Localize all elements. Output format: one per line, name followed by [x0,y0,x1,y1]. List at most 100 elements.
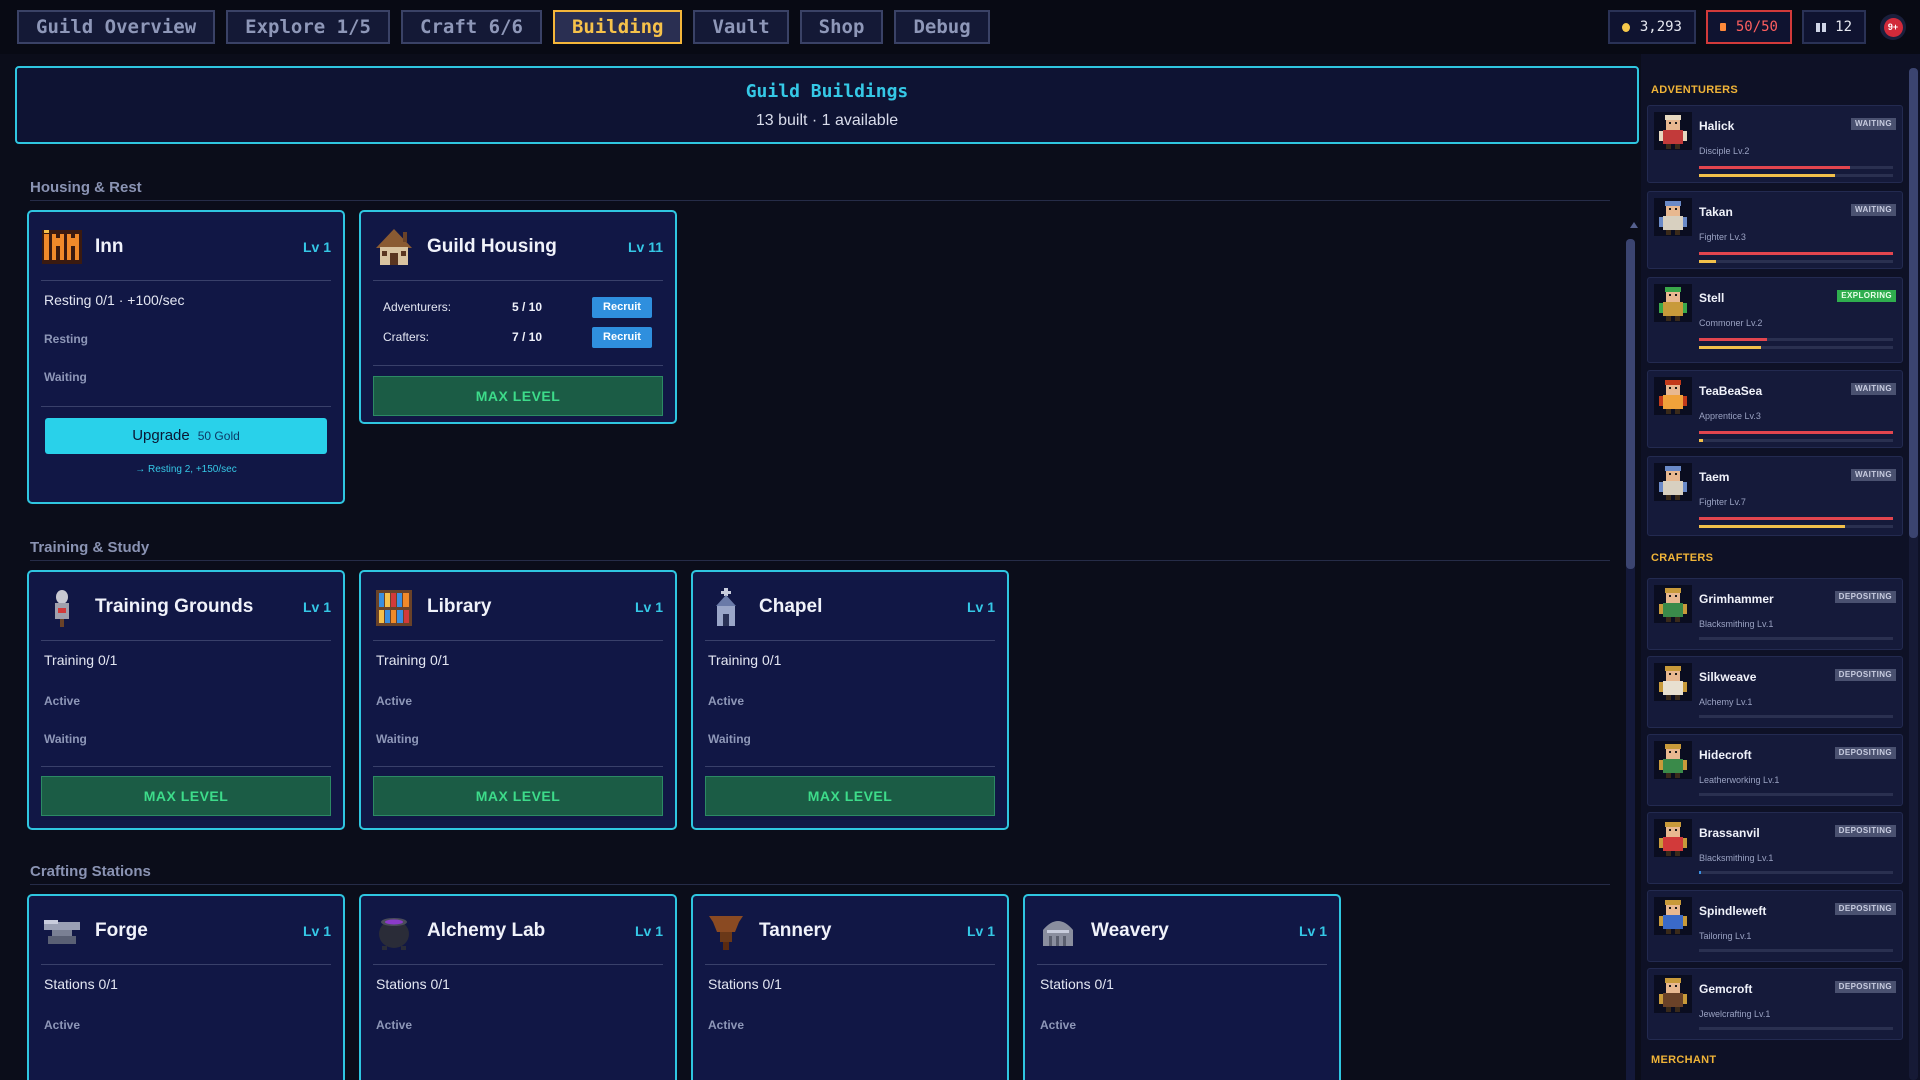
crafter-class: Alchemy Lv.1 [1699,697,1753,707]
adventurer-class: Fighter Lv.3 [1699,232,1746,242]
crafter-avatar [1654,663,1692,701]
notification-button[interactable]: 9+ [1880,14,1906,40]
adventurer-avatar [1654,284,1692,322]
xp-bar [1699,439,1893,442]
status-badge: DEPOSITING [1834,591,1896,603]
stat-waiting: Waiting [376,732,419,746]
building-level: Lv 11 [627,239,663,255]
status-badge: WAITING [1850,118,1896,130]
crafter-card[interactable]: Brassanvil DEPOSITING Blacksmithing Lv.1 [1647,812,1903,884]
health-bar [1699,166,1893,169]
upgrade-cost: 50 Gold [197,429,240,443]
card-divider [373,280,663,281]
adventurer-name: Stell [1699,291,1725,305]
buildings-panel: Guild Buildings 13 built · 1 available H… [0,54,1640,1080]
inn-stat-waiting: Waiting [44,370,87,384]
adventurer-class: Disciple Lv.2 [1699,146,1750,156]
progress-bar [1699,637,1893,640]
adventurer-card[interactable]: Halick WAITING Disciple Lv.2 [1647,105,1903,183]
card-divider [705,964,995,965]
adventurer-card[interactable]: TeaBeaSea WAITING Apprentice Lv.3 [1647,370,1903,448]
card-divider [41,280,331,281]
xp-bar [1699,346,1893,349]
people-icon [1816,22,1827,32]
coin-icon [1622,22,1630,32]
top-bar: Guild Overview Explore 1/5 Craft 6/6 Bui… [0,0,1920,54]
anvil-icon [41,910,83,952]
building-level: Lv 1 [634,599,663,615]
status-badge: WAITING [1850,204,1896,216]
adventurer-card[interactable]: Takan WAITING Fighter Lv.3 [1647,191,1903,269]
tab-explore[interactable]: Explore 1/5 [226,10,390,44]
adventurer-name: TeaBeaSea [1699,384,1763,398]
crafter-card[interactable]: Hidecroft DEPOSITING Leatherworking Lv.1 [1647,734,1903,806]
crafter-card[interactable]: Spindleweft DEPOSITING Tailoring Lv.1 [1647,890,1903,962]
crafter-name: Spindleweft [1699,904,1767,918]
progress-bar [1699,1027,1893,1030]
building-card-alchemy-lab: Alchemy Lab Lv 1 Stations 0/1 Active [359,894,677,1080]
library-capacity: Training 0/1 [376,652,450,668]
tab-shop[interactable]: Shop [799,10,884,44]
status-badge: WAITING [1850,469,1896,481]
crafter-card[interactable]: Grimhammer DEPOSITING Blacksmithing Lv.1 [1647,578,1903,650]
tab-debug[interactable]: Debug [894,10,990,44]
adventurer-class: Apprentice Lv.3 [1699,411,1761,421]
bookshelf-icon [373,586,415,628]
building-name: Guild Housing [427,236,557,257]
adventurer-name: Takan [1699,205,1733,219]
building-level: Lv 1 [302,923,331,939]
card-divider [373,640,663,641]
adventurer-card[interactable]: Stell EXPLORING Commoner Lv.2 [1647,277,1903,363]
main-scrollbar[interactable] [1626,239,1635,1080]
crafters-label: Crafters: [383,330,430,344]
progress-bar [1699,949,1893,952]
inn-upgrade-button[interactable]: Upgrade 50 Gold [45,418,327,454]
adventurer-avatar [1654,198,1692,236]
upgrade-preview: → Resting 2, +150/sec [135,464,237,475]
status-badge: WAITING [1850,383,1896,395]
energy-counter: 50/50 [1706,10,1792,44]
xp-bar [1699,174,1893,177]
scroll-up-arrow[interactable] [1630,222,1638,228]
building-card-inn: Inn Lv 1 Resting 0/1 · +100/sec Resting … [27,210,345,504]
crafter-avatar [1654,585,1692,623]
sidebar-scrollbar[interactable] [1909,68,1918,1080]
tab-guild-overview[interactable]: Guild Overview [17,10,216,44]
house-icon [373,226,415,268]
notification-badge: 9+ [1883,17,1903,37]
scrollbar-thumb[interactable] [1626,239,1635,569]
card-divider [1037,964,1327,965]
crafters-heading: CRAFTERS [1651,552,1714,564]
building-name: Library [427,596,492,617]
recruit-crafter-button[interactable]: Recruit [592,326,652,348]
recruit-adventurer-button[interactable]: Recruit [592,296,652,318]
section-title-crafting: Crafting Stations [30,863,151,880]
tab-craft[interactable]: Craft 6/6 [401,10,542,44]
page-subtitle: 13 built · 1 available [755,112,899,129]
crafter-card[interactable]: Silkweave DEPOSITING Alchemy Lv.1 [1647,656,1903,728]
card-divider [373,964,663,965]
xp-bar [1699,260,1893,263]
building-level: Lv 1 [966,599,995,615]
inn-stat-resting: Resting [44,332,89,346]
scrollbar-thumb[interactable] [1909,68,1918,538]
stat-waiting: Waiting [44,732,87,746]
tab-vault[interactable]: Vault [693,10,789,44]
crafter-name: Grimhammer [1699,592,1774,606]
crafter-name: Brassanvil [1699,826,1760,840]
building-name: Training Grounds [95,596,254,617]
dummy-icon [41,586,83,628]
stat-active: Active [44,1018,81,1032]
housing-crafters-row: Crafters: 7 / 10 Recruit [383,326,663,348]
adventurer-card[interactable]: Taem WAITING Fighter Lv.7 [1647,456,1903,536]
tab-building[interactable]: Building [552,10,683,44]
building-level: Lv 1 [634,923,663,939]
crafter-card[interactable]: Gemcroft DEPOSITING Jewelcrafting Lv.1 [1647,968,1903,1040]
adventurers-count: 5 / 10 [512,300,543,314]
status-badge: EXPLORING [1837,290,1896,302]
gold-value: 3,293 [1639,19,1682,35]
chapel-capacity: Training 0/1 [708,652,782,668]
crafter-class: Blacksmithing Lv.1 [1699,853,1774,863]
building-name: Forge [95,920,148,941]
crafter-class: Jewelcrafting Lv.1 [1699,1009,1771,1019]
